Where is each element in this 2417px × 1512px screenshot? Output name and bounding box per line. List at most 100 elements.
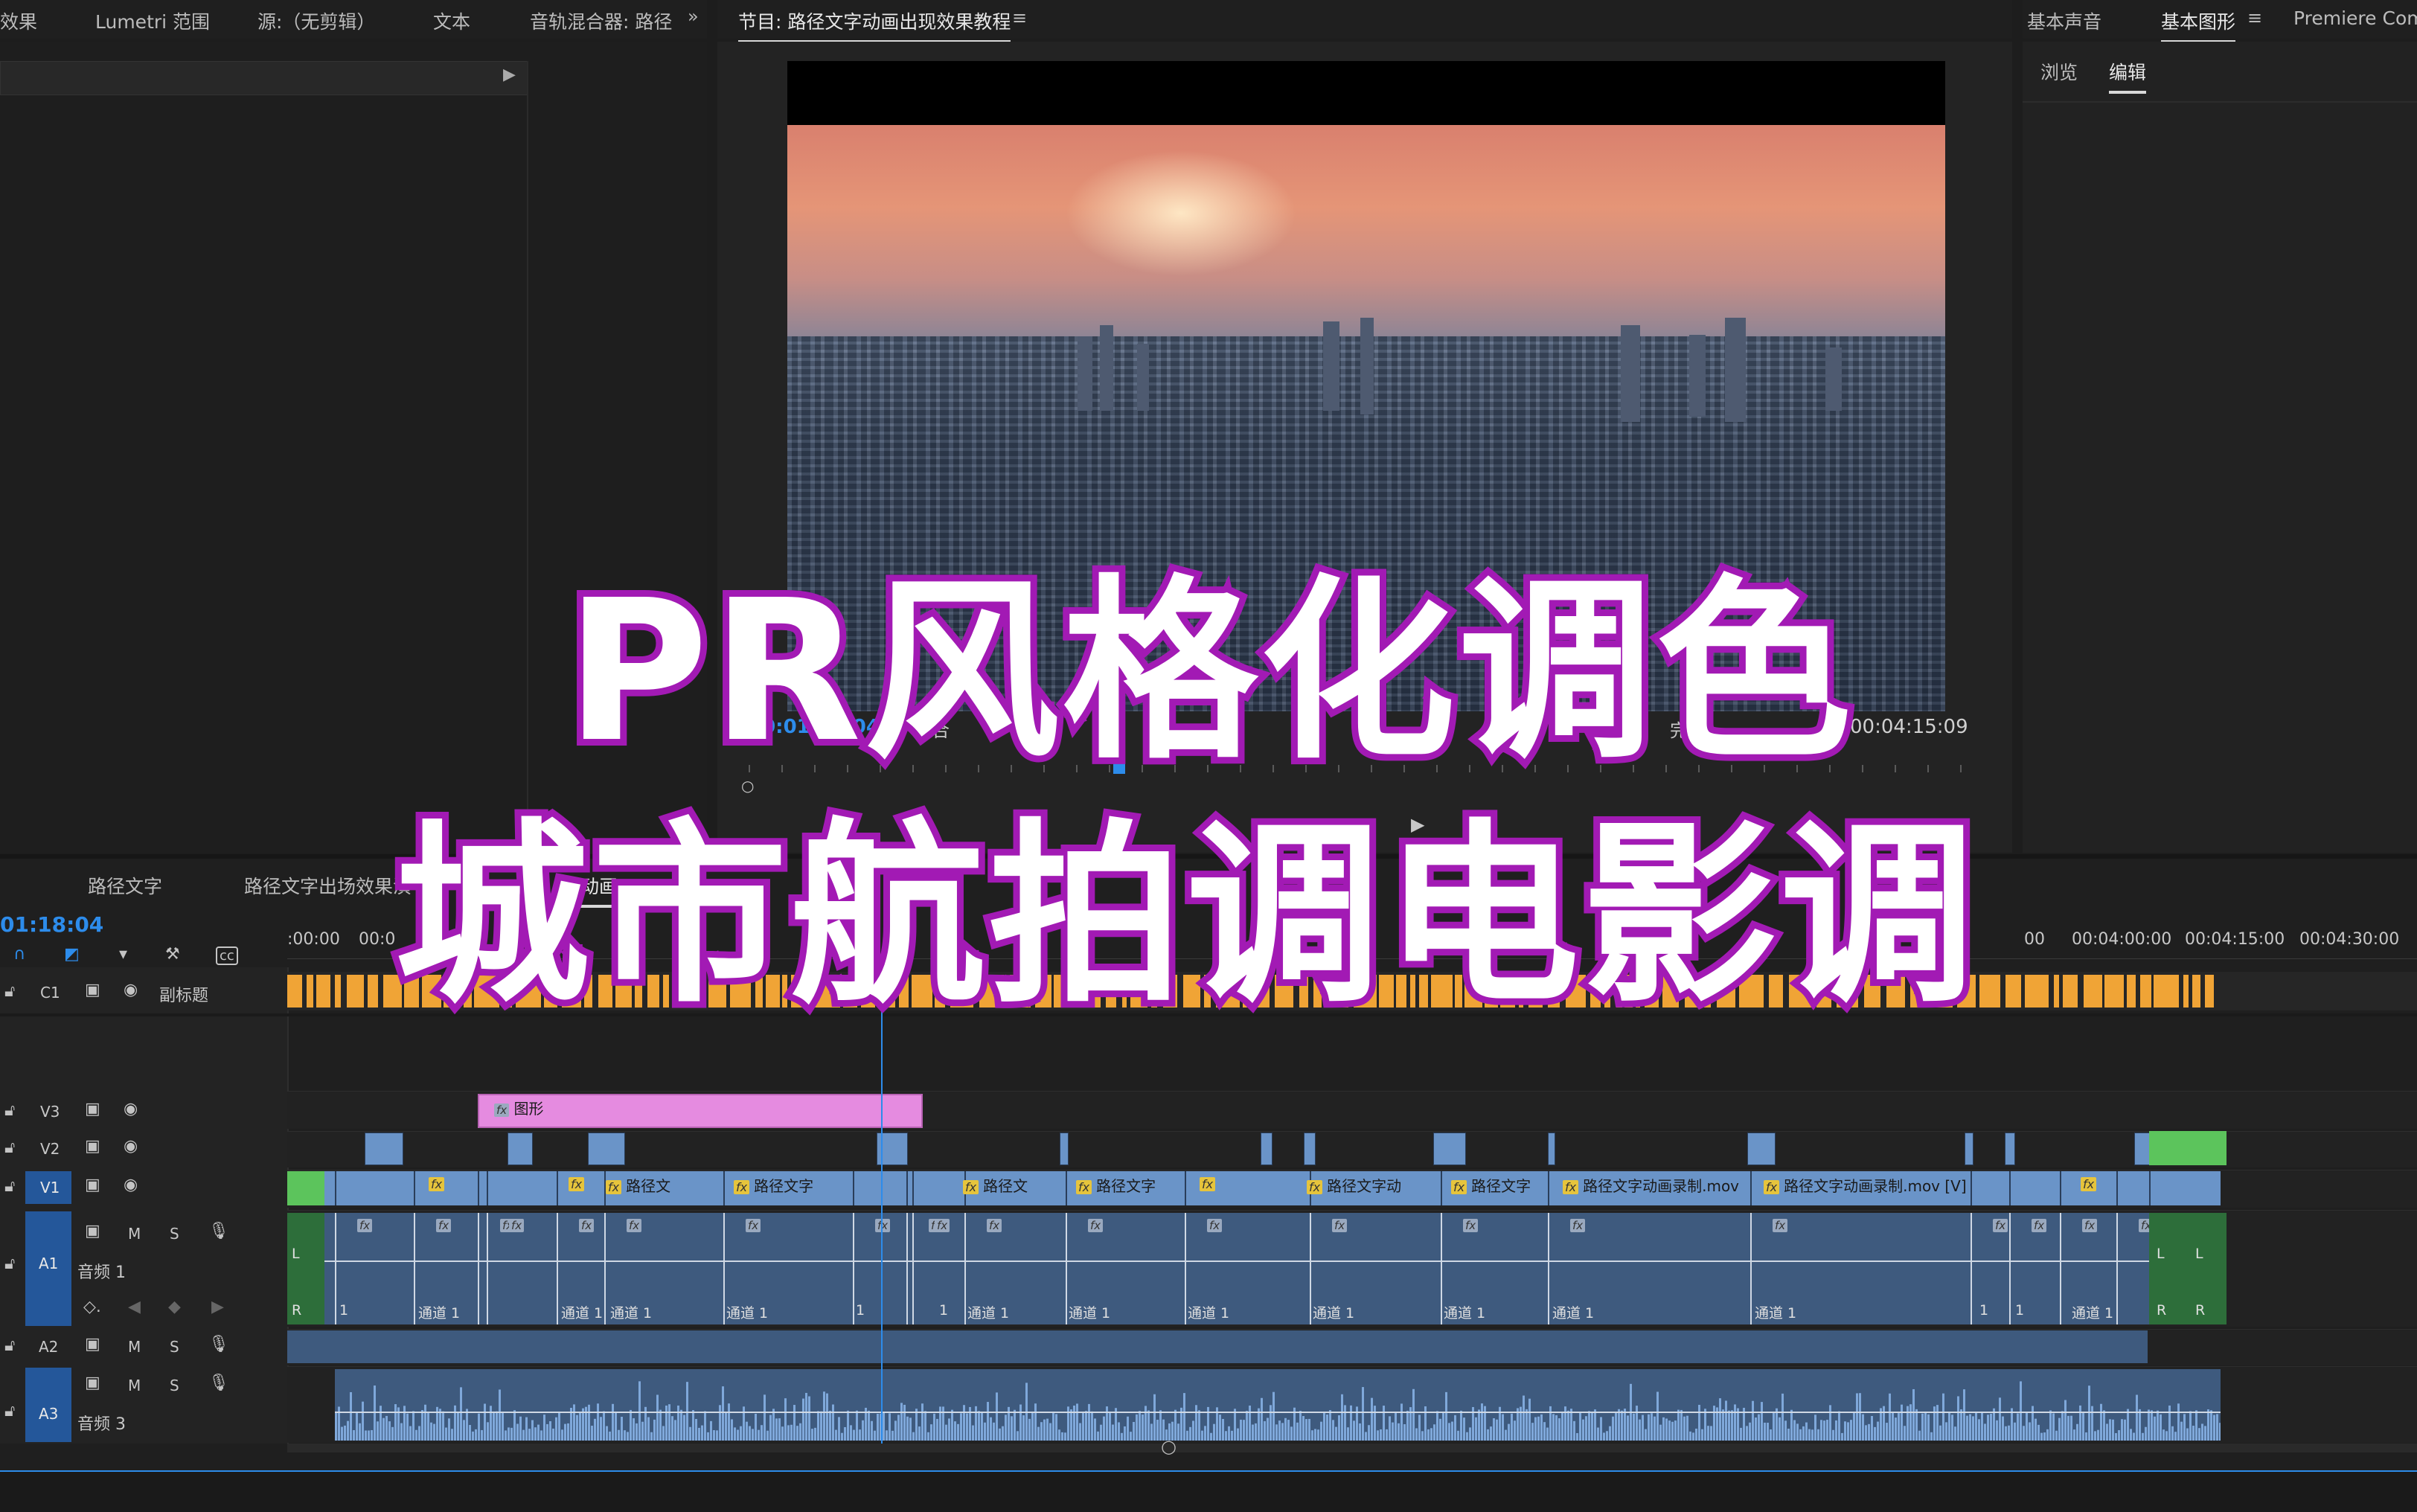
lock-icon[interactable]: 🔓︎ — [4, 1255, 15, 1273]
v2-clip[interactable] — [1965, 1133, 1973, 1165]
track-v1-label[interactable]: V1 — [40, 1179, 60, 1197]
mute-button[interactable]: M — [128, 1338, 141, 1356]
v1-clip-green-end[interactable] — [2149, 1131, 2226, 1165]
lock-icon[interactable]: 🔓︎ — [4, 1402, 15, 1420]
v2-clip[interactable] — [508, 1133, 533, 1165]
panel-overflow-icon[interactable]: » — [688, 6, 699, 27]
microphone-icon[interactable]: 🎙︎ — [208, 1335, 229, 1354]
solo-button[interactable]: S — [170, 1338, 179, 1356]
caption-clip[interactable] — [2005, 975, 2021, 1008]
solo-button[interactable]: S — [170, 1225, 179, 1243]
caption-clip[interactable] — [2025, 975, 2049, 1008]
sync-lock-icon[interactable]: ▣ — [85, 1335, 100, 1354]
caption-clip[interactable] — [2205, 975, 2214, 1008]
lock-icon[interactable]: 🔓︎ — [4, 1177, 15, 1196]
v2-clip[interactable] — [1747, 1133, 1776, 1165]
caption-clip[interactable] — [2154, 975, 2179, 1008]
sync-lock-icon[interactable]: ▣ — [85, 1100, 100, 1118]
lock-icon[interactable]: 🔓︎ — [4, 1138, 15, 1157]
a1-volume-line[interactable] — [324, 1260, 2149, 1262]
caption-clip[interactable] — [1979, 975, 2000, 1008]
sync-lock-icon[interactable]: ▣ — [85, 1374, 100, 1392]
a2-clip-track[interactable] — [287, 1330, 2148, 1363]
waveform-bar — [1618, 1409, 1620, 1441]
timeline-horizontal-scrollbar[interactable] — [287, 1444, 2417, 1452]
v2-clip[interactable] — [365, 1133, 403, 1165]
tab-essential-sound[interactable]: 基本声音 — [2027, 7, 2101, 34]
add-marker-icon[interactable]: ▾ — [119, 945, 127, 964]
expand-arrow-icon[interactable]: ▶ — [503, 65, 516, 84]
tab-effects[interactable]: 效果 — [0, 7, 37, 34]
tab-source[interactable]: 源:（无剪辑） — [257, 7, 375, 34]
next-keyframe-icon[interactable]: ▶ — [211, 1298, 224, 1316]
timeline-tab-path-text-exit[interactable]: 路径文字出场效果演 — [244, 872, 412, 899]
caption-clip[interactable] — [2054, 975, 2059, 1008]
lock-icon[interactable]: 🔓︎ — [4, 1101, 15, 1120]
track-a2-label[interactable]: A2 — [39, 1338, 58, 1356]
program-menu-icon[interactable]: ≡ — [1012, 7, 1027, 28]
lock-icon[interactable]: 🔓︎ — [4, 1336, 15, 1355]
linked-selection-icon[interactable]: ◩ — [64, 945, 80, 964]
v2-clip[interactable] — [2005, 1133, 2015, 1165]
lock-icon[interactable]: 🔓︎ — [4, 982, 15, 1001]
caption-clip[interactable] — [2063, 975, 2078, 1008]
subtab-edit[interactable]: 编辑 — [2109, 58, 2147, 94]
timeline-tab-path-text[interactable]: 路径文字 — [88, 872, 162, 899]
wrench-icon[interactable]: ⚒ — [165, 945, 180, 964]
mute-button[interactable]: M — [128, 1225, 141, 1243]
solo-button[interactable]: S — [170, 1377, 179, 1394]
graphic-clip[interactable]: fx 图形 — [478, 1094, 923, 1128]
v1-clip-green[interactable] — [287, 1171, 324, 1205]
v2-clip[interactable] — [1304, 1133, 1316, 1165]
eye-icon[interactable]: ◉ — [124, 1100, 138, 1118]
caption-clip[interactable] — [335, 975, 341, 1008]
program-monitor-title[interactable]: 节目: 路径文字动画出现效果教程 — [738, 7, 1011, 43]
caption-clip[interactable] — [2183, 975, 2189, 1008]
mute-button[interactable]: M — [128, 1377, 141, 1394]
v2-clip[interactable] — [1433, 1133, 1466, 1165]
caption-clip[interactable] — [347, 975, 364, 1008]
eye-icon[interactable]: ◉ — [124, 1176, 138, 1194]
add-keyframe-icon[interactable]: ◆ — [168, 1298, 181, 1316]
caption-clip[interactable] — [316, 975, 330, 1008]
microphone-icon[interactable]: 🎙︎ — [208, 1222, 229, 1240]
tab-premiere-composer[interactable]: Premiere Comp — [2293, 7, 2417, 29]
caption-clip[interactable] — [2192, 975, 2200, 1008]
track-a3-label[interactable]: A3 — [39, 1405, 58, 1423]
track-v3-label[interactable]: V3 — [40, 1103, 60, 1121]
v2-clip[interactable] — [1548, 1133, 1555, 1165]
tab-audio-mixer[interactable]: 音轨混合器: 路径 — [530, 7, 672, 34]
v2-clip[interactable] — [1261, 1133, 1272, 1165]
v2-clip[interactable] — [1060, 1133, 1069, 1165]
caption-clip[interactable] — [2127, 975, 2136, 1008]
tab-text[interactable]: 文本 — [433, 7, 470, 34]
snap-magnet-icon[interactable]: ∩ — [13, 945, 25, 964]
eye-icon[interactable]: ◉ — [124, 981, 138, 999]
microphone-icon[interactable]: 🎙︎ — [208, 1374, 229, 1392]
keyframe-icon[interactable]: ◇. — [83, 1298, 101, 1316]
sync-lock-icon[interactable]: ▣ — [85, 1222, 100, 1240]
scrollbar-handle-icon[interactable]: ○ — [1161, 1436, 1177, 1457]
caption-clip[interactable] — [287, 975, 302, 1008]
track-v2-label[interactable]: V2 — [40, 1140, 60, 1158]
timeline-timecode[interactable]: 01:18:04 — [0, 912, 103, 937]
track-a1-label[interactable]: A1 — [39, 1255, 58, 1272]
sync-lock-icon[interactable]: ▣ — [85, 1137, 100, 1156]
sync-lock-icon[interactable]: ▣ — [85, 981, 100, 999]
captions-icon[interactable]: cc — [216, 946, 238, 965]
tab-lumetri-scopes[interactable]: Lumetri 范围 — [95, 7, 210, 34]
a3-clip-track[interactable] — [335, 1369, 2221, 1441]
prev-keyframe-icon[interactable]: ◀ — [128, 1298, 141, 1316]
right-panel-menu-icon[interactable]: ≡ — [2247, 7, 2262, 28]
tab-essential-graphics[interactable]: 基本图形 — [2161, 7, 2236, 43]
sync-lock-icon[interactable]: ▣ — [85, 1176, 100, 1194]
caption-clip[interactable] — [2104, 975, 2124, 1008]
caption-clip[interactable] — [368, 975, 378, 1008]
v2-clip[interactable] — [588, 1133, 625, 1165]
eye-icon[interactable]: ◉ — [124, 1137, 138, 1156]
waveform-bar — [680, 1409, 682, 1441]
caption-clip[interactable] — [2140, 975, 2151, 1008]
subtab-browse[interactable]: 浏览 — [2040, 58, 2078, 85]
caption-clip[interactable] — [2084, 975, 2102, 1008]
caption-clip[interactable] — [307, 975, 313, 1008]
